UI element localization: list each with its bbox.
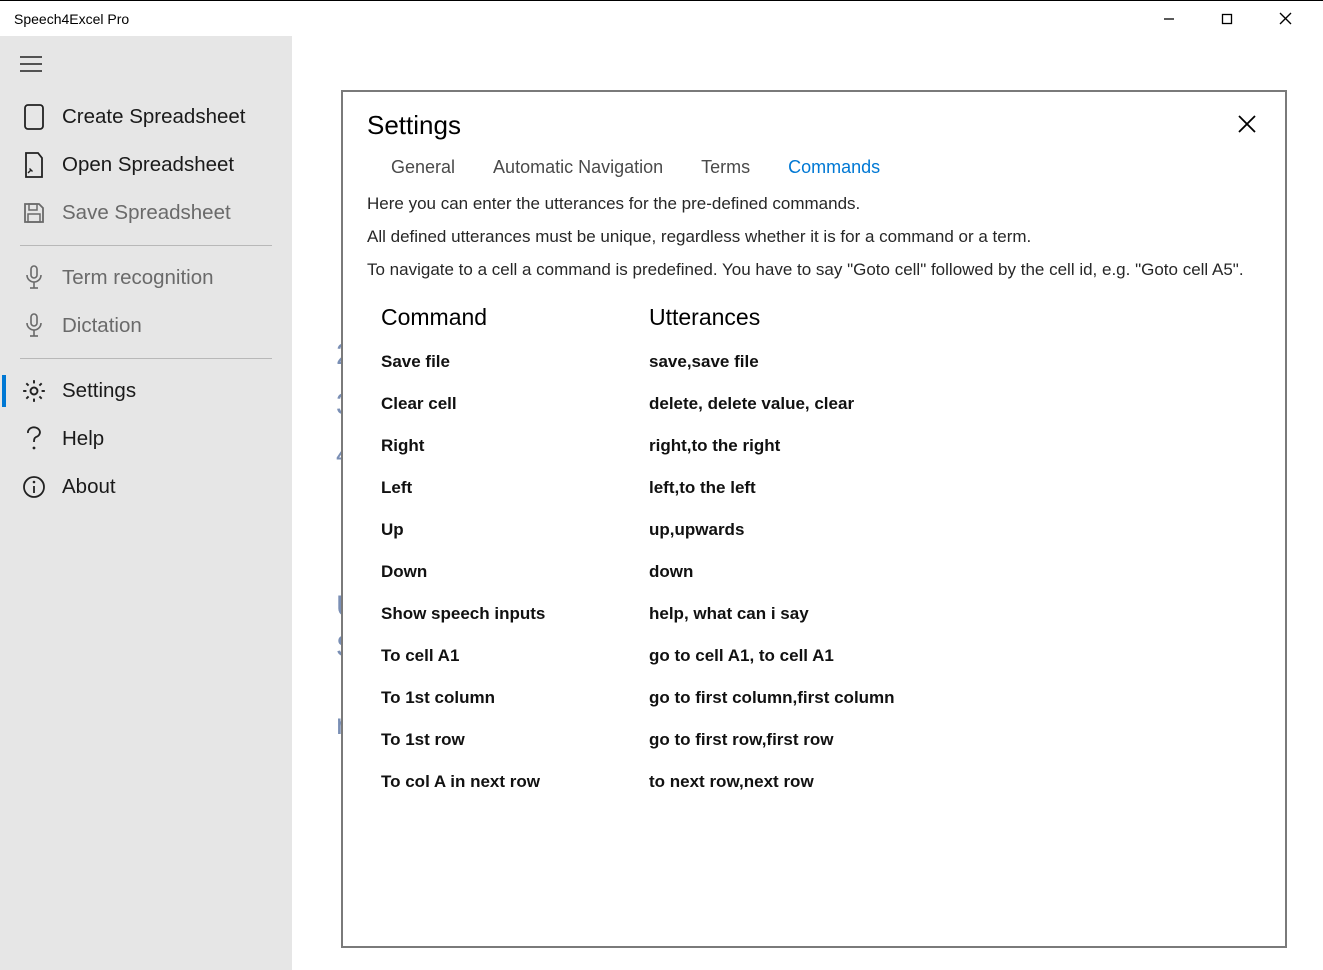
app-title: Speech4Excel Pro (14, 11, 129, 27)
command-cell: Down (381, 562, 649, 582)
command-cell: To 1st row (381, 730, 649, 750)
sidebar-item-label: Settings (62, 379, 136, 403)
save-icon (20, 201, 48, 225)
sidebar-item-label: Help (62, 427, 104, 451)
utterances-cell: go to cell A1, to cell A1 (649, 646, 1261, 666)
table-row[interactable]: To cell A1go to cell A1, to cell A1 (381, 635, 1261, 677)
command-cell: Clear cell (381, 394, 649, 414)
sidebar-separator (20, 358, 272, 359)
utterances-cell: delete, delete value, clear (649, 394, 1261, 414)
column-header-command: Command (381, 304, 649, 331)
utterances-cell: left,to the left (649, 478, 1261, 498)
command-cell: To col A in next row (381, 772, 649, 792)
modal-close-button[interactable] (1233, 110, 1261, 143)
description-text: All defined utterances must be unique, r… (367, 223, 1261, 250)
command-cell: Left (381, 478, 649, 498)
close-icon (1237, 114, 1257, 134)
utterances-cell: go to first column,first column (649, 688, 1261, 708)
main-area: Create Spreadsheet Open Spreadsheet Save… (0, 36, 1323, 970)
modal-tabs: General Automatic Navigation Terms Comma… (391, 157, 1261, 178)
question-icon (20, 426, 48, 452)
commands-table: Command Utterances Save filesave,save fi… (367, 304, 1261, 803)
table-row[interactable]: Save filesave,save file (381, 341, 1261, 383)
table-row[interactable]: Downdown (381, 551, 1261, 593)
sidebar-item-settings[interactable]: Settings (0, 367, 292, 415)
table-row[interactable]: Show speech inputshelp, what can i say (381, 593, 1261, 635)
content-area: 2 3 4 U S r r Settings General Auto (292, 36, 1323, 970)
utterances-cell: to next row,next row (649, 772, 1261, 792)
command-cell: Show speech inputs (381, 604, 649, 624)
utterances-cell: up,upwards (649, 520, 1261, 540)
utterances-cell: down (649, 562, 1261, 582)
sidebar-item-label: Open Spreadsheet (62, 153, 234, 177)
sidebar-separator (20, 245, 272, 246)
settings-modal: Settings General Automatic Navigation Te… (341, 90, 1287, 948)
minimize-button[interactable] (1149, 3, 1189, 35)
sidebar-item-help[interactable]: Help (0, 415, 292, 463)
description-text: Here you can enter the utterances for th… (367, 190, 1261, 217)
table-row[interactable]: Leftleft,to the left (381, 467, 1261, 509)
utterances-cell: help, what can i say (649, 604, 1261, 624)
tab-commands[interactable]: Commands (788, 157, 880, 178)
sidebar-item-about[interactable]: About (0, 463, 292, 511)
utterances-cell: save,save file (649, 352, 1261, 372)
title-bar: Speech4Excel Pro (0, 0, 1323, 36)
column-header-utterances: Utterances (649, 304, 1261, 331)
sidebar-item-create-spreadsheet[interactable]: Create Spreadsheet (0, 93, 292, 141)
close-window-button[interactable] (1265, 3, 1305, 35)
sidebar-item-term-recognition[interactable]: Term recognition (0, 254, 292, 302)
table-row[interactable]: Clear celldelete, delete value, clear (381, 383, 1261, 425)
table-row[interactable]: Upup,upwards (381, 509, 1261, 551)
command-cell: Up (381, 520, 649, 540)
sidebar-item-open-spreadsheet[interactable]: Open Spreadsheet (0, 141, 292, 189)
utterances-cell: right,to the right (649, 436, 1261, 456)
sidebar-item-save-spreadsheet[interactable]: Save Spreadsheet (0, 189, 292, 237)
modal-title: Settings (367, 110, 461, 141)
sidebar: Create Spreadsheet Open Spreadsheet Save… (0, 36, 292, 970)
window-controls (1149, 3, 1323, 35)
command-cell: To cell A1 (381, 646, 649, 666)
info-icon (20, 475, 48, 499)
table-row[interactable]: To 1st rowgo to first row,first row (381, 719, 1261, 761)
sidebar-item-label: About (62, 475, 116, 499)
maximize-button[interactable] (1207, 3, 1247, 35)
hamburger-button[interactable] (0, 56, 292, 93)
sidebar-item-label: Save Spreadsheet (62, 201, 231, 225)
sidebar-item-label: Dictation (62, 314, 142, 338)
description-text: To navigate to a cell a command is prede… (367, 256, 1261, 283)
command-cell: Save file (381, 352, 649, 372)
document-icon (20, 103, 48, 131)
table-row[interactable]: Rightright,to the right (381, 425, 1261, 467)
table-row[interactable]: To col A in next rowto next row,next row (381, 761, 1261, 803)
microphone-icon (20, 313, 48, 339)
command-cell: Right (381, 436, 649, 456)
document-open-icon (20, 151, 48, 179)
sidebar-item-dictation[interactable]: Dictation (0, 302, 292, 350)
sidebar-item-label: Create Spreadsheet (62, 105, 245, 129)
table-row[interactable]: To 1st columngo to first column,first co… (381, 677, 1261, 719)
sidebar-item-label: Term recognition (62, 266, 214, 290)
utterances-cell: go to first row,first row (649, 730, 1261, 750)
tab-automatic-navigation[interactable]: Automatic Navigation (493, 157, 663, 178)
microphone-icon (20, 265, 48, 291)
tab-terms[interactable]: Terms (701, 157, 750, 178)
gear-icon (20, 378, 48, 404)
command-cell: To 1st column (381, 688, 649, 708)
tab-general[interactable]: General (391, 157, 455, 178)
